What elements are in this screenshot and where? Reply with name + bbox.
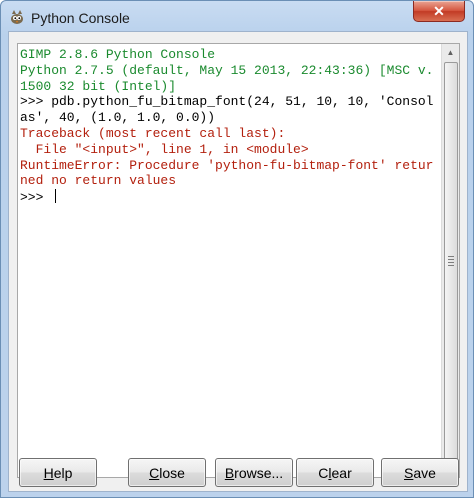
console-output[interactable]: GIMP 2.8.6 Python Console Python 2.7.5 (d… (17, 43, 460, 478)
grip-line (448, 262, 454, 263)
browse-label-post: rowse... (234, 464, 284, 481)
grip-line (448, 256, 454, 257)
clear-label-pre: C (318, 464, 329, 481)
help-label-post: elp (53, 464, 73, 481)
console-text: GIMP 2.8.6 Python Console Python 2.7.5 (d… (20, 47, 438, 206)
close-mnemonic: C (149, 464, 160, 481)
console-prompt: >>> (20, 190, 52, 206)
gimp-wilber-icon (9, 9, 25, 25)
console-line: Python 2.7.5 (default, May 15 2013, 22:4… (20, 62, 434, 94)
dialog-content: GIMP 2.8.6 Python Console Python 2.7.5 (d… (8, 31, 468, 492)
help-button[interactable]: Help (19, 458, 97, 487)
console-line: RuntimeError: Procedure 'python-fu-bitma… (20, 157, 434, 189)
grip-line (448, 265, 454, 266)
console-line: >>> pdb.python_fu_bitmap_font(24, 51, 10… (20, 94, 434, 126)
chevron-up-icon: ▲ (446, 48, 455, 57)
scroll-up-button[interactable]: ▲ (442, 44, 459, 61)
clear-button[interactable]: Cl ear (296, 458, 374, 487)
python-console-window: Python Console ✕ GIMP 2.8.6 Python Conso… (0, 0, 474, 498)
title-bar[interactable]: Python Console ✕ (1, 1, 473, 35)
scrollbar-thumb[interactable] (444, 62, 458, 460)
save-button[interactable]: Save (381, 458, 459, 487)
save-label-post: ave (413, 464, 436, 481)
grip-line (448, 259, 454, 260)
text-cursor (55, 189, 57, 204)
console-line: Traceback (most recent call last): (20, 125, 286, 141)
browse-button[interactable]: Browse... (215, 458, 293, 487)
console-line: GIMP 2.8.6 Python Console (20, 47, 216, 62)
help-mnemonic: H (43, 464, 54, 481)
close-label-post: lose (159, 464, 185, 481)
window-close-button[interactable]: ✕ (413, 1, 465, 22)
browse-mnemonic: B (224, 464, 235, 481)
close-icon: ✕ (433, 2, 445, 19)
vertical-scrollbar[interactable]: ▲ ▼ (441, 44, 459, 477)
window-title: Python Console (31, 10, 130, 26)
console-line: File "<input>", line 1, in <module> (20, 141, 309, 157)
close-button[interactable]: Close (128, 458, 206, 487)
clear-label-post: ear (331, 464, 352, 481)
button-row: Help Close Browse... Cl ear Save (9, 458, 467, 488)
save-mnemonic: S (404, 464, 414, 481)
console-prompt-line[interactable]: >>> (20, 189, 438, 206)
